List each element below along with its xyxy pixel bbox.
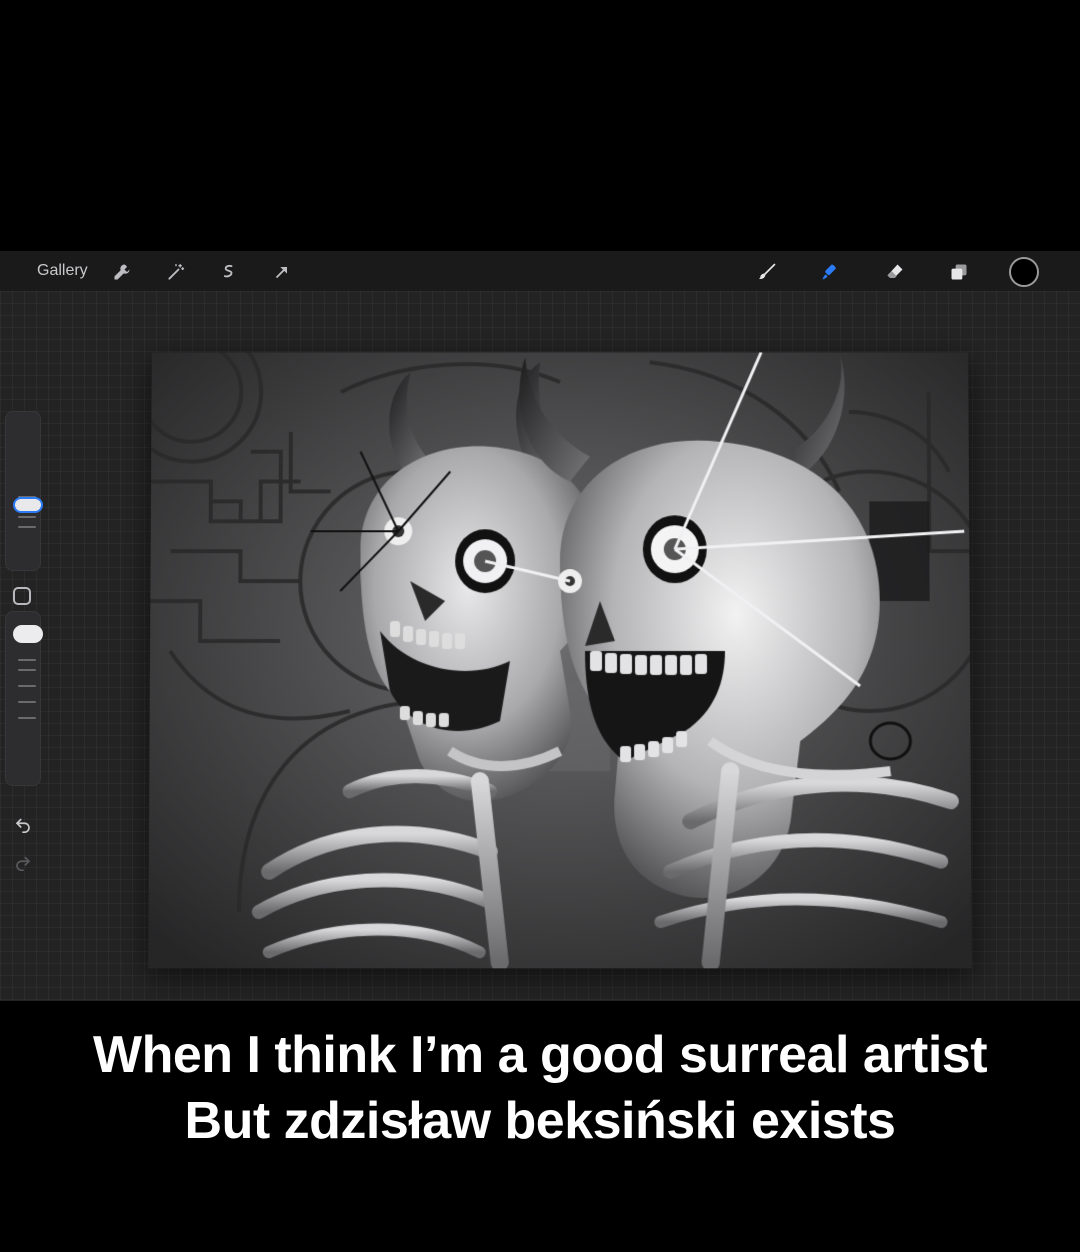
brush-size-handle[interactable] — [15, 499, 41, 511]
selection-icon[interactable] — [215, 258, 243, 286]
opacity-ticks — [18, 659, 36, 727]
color-picker-button[interactable] — [1009, 257, 1039, 287]
transform-arrow-icon[interactable] — [268, 258, 296, 286]
procreate-app: Gallery — [0, 251, 1080, 1001]
gallery-button[interactable]: Gallery — [37, 262, 88, 280]
caption-line-2: But zdzisław beksiński exists — [184, 1092, 896, 1150]
smudge-icon[interactable] — [816, 258, 844, 286]
modify-button[interactable] — [13, 587, 31, 605]
left-sidebar — [0, 411, 48, 931]
opacity-handle[interactable] — [13, 625, 43, 643]
wrench-icon[interactable] — [108, 258, 136, 286]
caption-line-1: When I think I’m a good surreal artist — [92, 1026, 988, 1084]
brush-icon[interactable] — [753, 258, 781, 286]
brush-size-slider[interactable] — [5, 411, 41, 571]
canvas-workspace — [0, 291, 1080, 1001]
top-toolbar: Gallery — [0, 251, 1080, 291]
eraser-icon[interactable] — [881, 258, 909, 286]
magic-wand-icon[interactable] — [162, 258, 190, 286]
undo-button[interactable] — [10, 811, 36, 837]
artwork-canvas[interactable] — [148, 352, 972, 969]
layers-icon[interactable] — [945, 258, 973, 286]
redo-button[interactable] — [10, 849, 36, 875]
meme-caption: When I think I’m a good surreal artist B… — [0, 1022, 1080, 1154]
opacity-slider[interactable] — [5, 611, 43, 786]
